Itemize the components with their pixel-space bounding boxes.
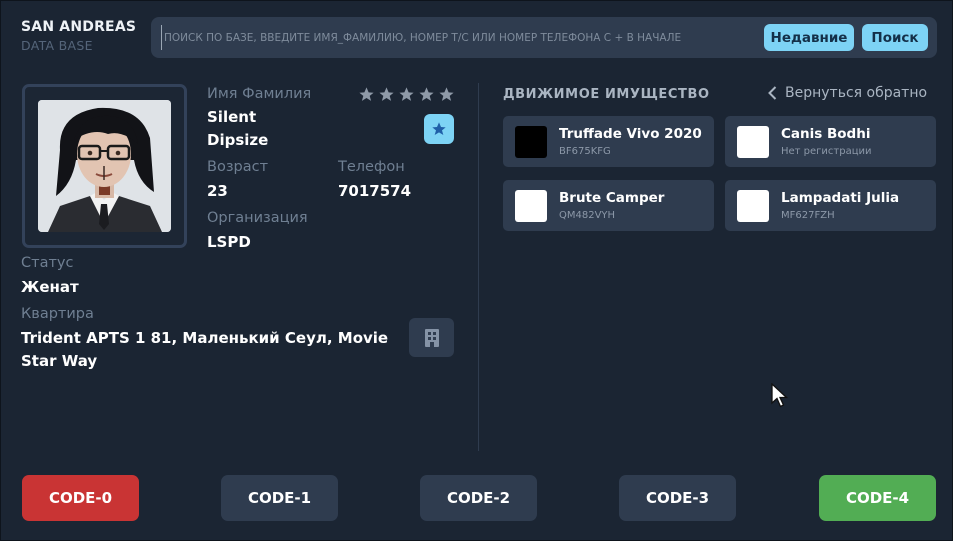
org-label: Организация — [207, 210, 308, 226]
vehicle-color-swatch — [515, 126, 547, 158]
vehicle-plate: MF627FZH — [781, 210, 835, 221]
name-label: Имя Фамилия — [207, 86, 312, 102]
vehicle-plate: QM482VYH — [559, 210, 616, 221]
status-label: Статус — [21, 255, 74, 271]
phone-value: 7017574 — [338, 182, 412, 200]
vehicle-card[interactable]: Truffade Vivo 2020 BF675KFG — [503, 116, 714, 167]
apartment-value: Trident APTS 1 81, Маленький Сеул, Movie… — [21, 329, 389, 370]
rating-stars[interactable] — [358, 86, 455, 103]
rating-star-icon[interactable] — [398, 86, 415, 103]
search-input[interactable] — [161, 25, 751, 50]
rating-star-icon[interactable] — [378, 86, 395, 103]
building-icon — [424, 328, 439, 347]
search-button[interactable]: Поиск — [862, 24, 928, 51]
vehicle-card[interactable]: Brute Camper QM482VYH — [503, 180, 714, 231]
rating-star-icon[interactable] — [358, 86, 375, 103]
code-0-button[interactable]: CODE-0 — [22, 475, 139, 521]
search-bar: Недавние Поиск — [151, 17, 937, 58]
app-window: SAN ANDREAS DATA BASE Недавние Поиск — [0, 0, 953, 541]
vehicles-title: ДВИЖИМОЕ ИМУЩЕСТВО — [503, 87, 710, 102]
brand-title: SAN ANDREAS — [21, 19, 137, 35]
brand: SAN ANDREAS DATA BASE — [21, 19, 136, 53]
vehicle-name: Brute Camper — [559, 190, 665, 206]
chevron-left-icon — [768, 86, 777, 100]
recent-button[interactable]: Недавние — [764, 24, 854, 51]
vehicle-card[interactable]: Lampadati Julia MF627FZH — [725, 180, 936, 231]
code-4-button[interactable]: CODE-4 — [819, 475, 936, 521]
code-3-button[interactable]: CODE-3 — [619, 475, 736, 521]
org-value: LSPD — [207, 233, 251, 251]
favorite-button[interactable] — [424, 114, 454, 144]
column-divider — [478, 83, 479, 451]
brand-subtitle: DATA BASE — [21, 38, 93, 53]
vehicle-name: Truffade Vivo 2020 — [559, 126, 702, 142]
vehicle-name: Lampadati Julia — [781, 190, 900, 206]
vehicle-plate: Нет регистрации — [781, 146, 872, 157]
avatar-portrait — [38, 100, 171, 232]
first-name: Silent — [207, 108, 257, 126]
rating-star-icon[interactable] — [438, 86, 455, 103]
apartment-label: Квартира — [21, 306, 94, 322]
phone-label: Телефон — [338, 159, 405, 175]
vehicle-card[interactable]: Canis Bodhi Нет регистрации — [725, 116, 936, 167]
mouse-cursor-icon — [771, 382, 789, 413]
rating-star-icon[interactable] — [418, 86, 435, 103]
code-2-button[interactable]: CODE-2 — [420, 475, 537, 521]
avatar — [38, 100, 171, 232]
vehicle-name: Canis Bodhi — [781, 126, 871, 142]
vehicle-color-swatch — [737, 126, 769, 158]
vehicle-color-swatch — [737, 190, 769, 222]
avatar-frame — [22, 84, 187, 248]
status-value: Женат — [21, 278, 79, 296]
back-link[interactable]: Вернуться обратно — [768, 85, 927, 101]
back-link-label: Вернуться обратно — [785, 85, 928, 101]
vehicle-plate: BF675KFG — [559, 146, 611, 157]
age-label: Возраст — [207, 159, 269, 175]
last-name: Dipsize — [207, 131, 269, 149]
code-1-button[interactable]: CODE-1 — [221, 475, 338, 521]
vehicle-color-swatch — [515, 190, 547, 222]
star-icon — [432, 122, 446, 135]
age-value: 23 — [207, 182, 228, 200]
apartment-button[interactable] — [409, 318, 454, 357]
